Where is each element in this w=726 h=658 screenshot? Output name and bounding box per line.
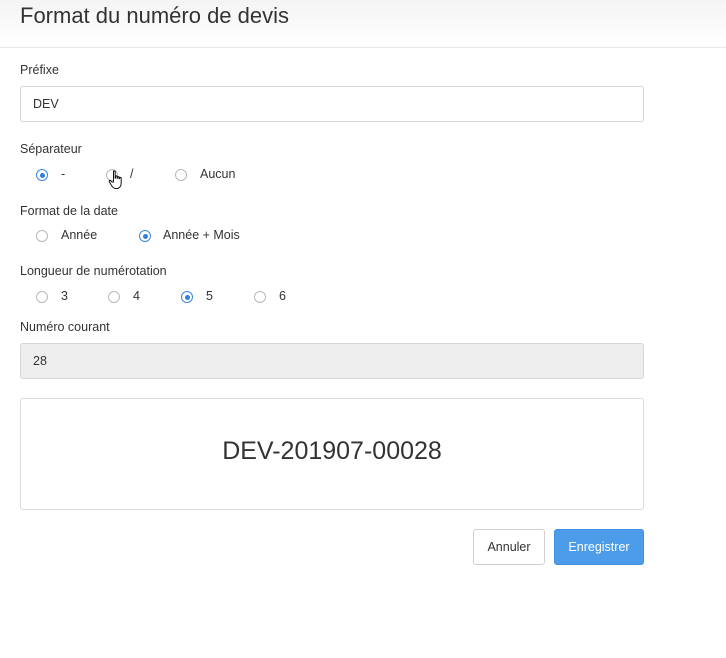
length-label-3: 3: [61, 289, 68, 303]
current-number-label: Numéro courant: [20, 320, 110, 334]
save-button[interactable]: Enregistrer: [554, 529, 644, 565]
prefix-label: Préfixe: [20, 63, 59, 77]
date-format-radio-year-month[interactable]: [139, 230, 151, 242]
prefix-input[interactable]: DEV: [20, 86, 644, 122]
separator-radio-none[interactable]: [175, 169, 187, 181]
length-label-6: 6: [279, 289, 286, 303]
separator-label-slash: /: [130, 167, 134, 181]
current-number-input[interactable]: 28: [20, 343, 644, 379]
number-preview-box: DEV-201907-00028: [20, 398, 644, 510]
length-radio-4[interactable]: [108, 291, 120, 303]
date-format-label-year: Année: [61, 228, 98, 242]
length-label: Longueur de numérotation: [20, 264, 167, 278]
separator-radio-dash[interactable]: [36, 169, 48, 181]
length-label-5: 5: [206, 289, 213, 303]
length-radio-3[interactable]: [36, 291, 48, 303]
hand-pointer-icon: [108, 170, 122, 189]
length-radio-6[interactable]: [254, 291, 266, 303]
separator-label: Séparateur: [20, 142, 82, 156]
date-format-label-year-month: Année + Mois: [163, 228, 240, 242]
length-options: 3 4 5 6: [0, 288, 726, 306]
dialog-title: Format du numéro de devis: [20, 3, 290, 28]
separator-label-none: Aucun: [200, 167, 236, 181]
date-format-label: Format de la date: [20, 204, 118, 218]
date-format-radio-year[interactable]: [36, 230, 48, 242]
length-label-4: 4: [133, 289, 140, 303]
number-preview: DEV-201907-00028: [222, 437, 442, 465]
length-radio-5[interactable]: [181, 291, 193, 303]
separator-label-dash: -: [61, 167, 66, 181]
dialog-header: Format du numéro de devis: [0, 0, 726, 48]
cancel-button[interactable]: Annuler: [473, 529, 545, 565]
date-format-options: Année Année + Mois: [0, 227, 726, 245]
